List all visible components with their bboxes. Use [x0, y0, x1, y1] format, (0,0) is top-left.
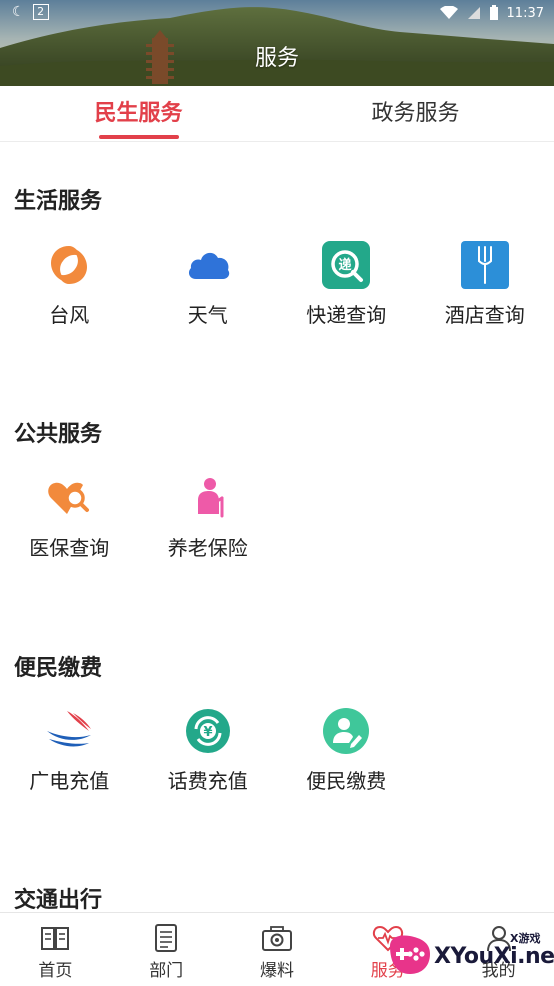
wifi-icon: [439, 6, 458, 19]
nav-tipoff[interactable]: 爆料: [222, 913, 333, 986]
nav-label: 首页: [38, 961, 73, 981]
signal-icon: [467, 7, 480, 19]
service-label: 医保查询: [29, 536, 110, 560]
book-icon: [41, 927, 70, 950]
moon-icon: ☾: [12, 4, 25, 20]
site-watermark: X游戏 XYouXi.net: [384, 926, 554, 982]
nav-label: 部门: [149, 961, 184, 981]
service-express-tracking[interactable]: 递 快递查询: [277, 241, 416, 328]
person-edit-icon: [323, 708, 370, 754]
service-label: 广电充值: [29, 769, 110, 793]
service-label: 话费充值: [167, 769, 248, 793]
service-pension-insurance[interactable]: 养老保险: [139, 474, 278, 561]
service-tabs: 民生服务 政务服务: [0, 86, 554, 142]
header-banner: ☾ 2 11:37 服务: [0, 0, 554, 86]
section-title-convenience-payment: 便民缴费: [14, 656, 103, 681]
service-label: 便民缴费: [306, 769, 387, 793]
page-title: 服务: [254, 46, 299, 71]
section-title-transportation: 交通出行: [14, 888, 103, 913]
section-title-life-services: 生活服务: [14, 189, 103, 214]
watermark-text: XYouXi.net: [434, 944, 554, 969]
life-services-grid: 台风 天气 递 快递查询 酒店查询: [0, 241, 554, 328]
tab-label: 政务服务: [371, 101, 460, 126]
hotel-fork-icon: [460, 241, 509, 289]
nav-label: 爆料: [259, 961, 294, 981]
service-label: 养老保险: [167, 536, 248, 560]
service-label: 台风: [49, 303, 90, 327]
tab-government-services[interactable]: 政务服务: [277, 86, 554, 141]
nav-home[interactable]: 首页: [0, 913, 111, 986]
service-typhoon[interactable]: 台风: [0, 241, 139, 328]
convenience-payment-grid: 广电充值 ¥ 话费充值 便民缴费: [0, 707, 554, 794]
service-label: 天气: [187, 303, 228, 327]
medical-heart-search-icon: [48, 482, 90, 514]
service-phone-recharge[interactable]: ¥ 话费充值: [139, 707, 278, 794]
document-list-icon: [155, 924, 178, 952]
section-title-public-services: 公共服务: [14, 422, 103, 447]
nav-departments[interactable]: 部门: [111, 913, 222, 986]
typhoon-icon: [51, 246, 88, 284]
service-medical-insurance[interactable]: 医保查询: [0, 474, 139, 561]
broadcast-wing-icon: [47, 711, 92, 747]
tab-livelihood-services[interactable]: 民生服务: [0, 86, 277, 141]
service-hotel-search[interactable]: 酒店查询: [416, 241, 554, 328]
svg-text:¥: ¥: [203, 725, 212, 740]
public-services-grid: 医保查询 养老保险: [0, 474, 554, 561]
service-convenience-payment[interactable]: 便民缴费: [277, 707, 416, 794]
service-label: 酒店查询: [444, 303, 525, 327]
tab-label: 民生服务: [94, 101, 183, 126]
camera-icon: [261, 926, 292, 951]
service-broadcast-recharge[interactable]: 广电充值: [0, 707, 139, 794]
yuan-refresh-icon: ¥: [185, 709, 230, 753]
elderly-person-icon: [197, 478, 224, 518]
status-time: 11:37: [506, 5, 544, 21]
battery-icon: [489, 5, 498, 20]
cloud-icon: [188, 252, 229, 279]
status-bar: ☾ 2 11:37: [0, 0, 554, 26]
notification-badge: 2: [32, 4, 49, 20]
active-tab-indicator: [98, 135, 179, 139]
service-weather[interactable]: 天气: [139, 241, 278, 328]
gamepad-logo-icon: [390, 935, 430, 974]
express-search-icon: 递: [322, 241, 371, 289]
svg-text:递: 递: [339, 257, 352, 273]
service-label: 快递查询: [306, 303, 387, 327]
